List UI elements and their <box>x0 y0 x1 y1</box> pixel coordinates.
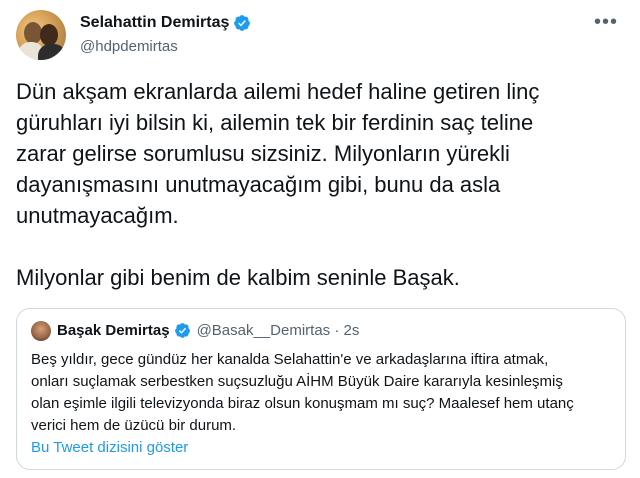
quoted-tweet[interactable]: Başak Demirtaş @Basak__Demirtas · 2s Beş… <box>16 308 626 470</box>
quoted-tweet-header: Başak Demirtaş @Basak__Demirtas · 2s <box>57 322 359 339</box>
quoted-tweet-text: Beş yıldır, gece gündüz her kanalda Sela… <box>31 351 574 434</box>
more-options-icon[interactable]: ••• <box>592 12 620 34</box>
author-name-row: Selahattin Demirtaş <box>80 14 251 32</box>
quoted-author-avatar <box>31 321 51 341</box>
author-avatar[interactable] <box>16 10 66 60</box>
tweet-text: Dün akşam ekranlarda ailemi hedef haline… <box>16 79 540 290</box>
verified-badge-icon <box>174 323 190 338</box>
author-handle[interactable]: @hdpdemirtas <box>80 38 178 55</box>
show-thread-link[interactable]: Bu Tweet dizisini göster <box>31 439 188 456</box>
author-display-name[interactable]: Selahattin Demirtaş <box>80 14 229 32</box>
verified-badge-icon <box>234 15 251 31</box>
quoted-author-handle: @Basak__Demirtas · 2s <box>196 322 360 339</box>
quoted-author-name: Başak Demirtaş <box>57 322 170 339</box>
